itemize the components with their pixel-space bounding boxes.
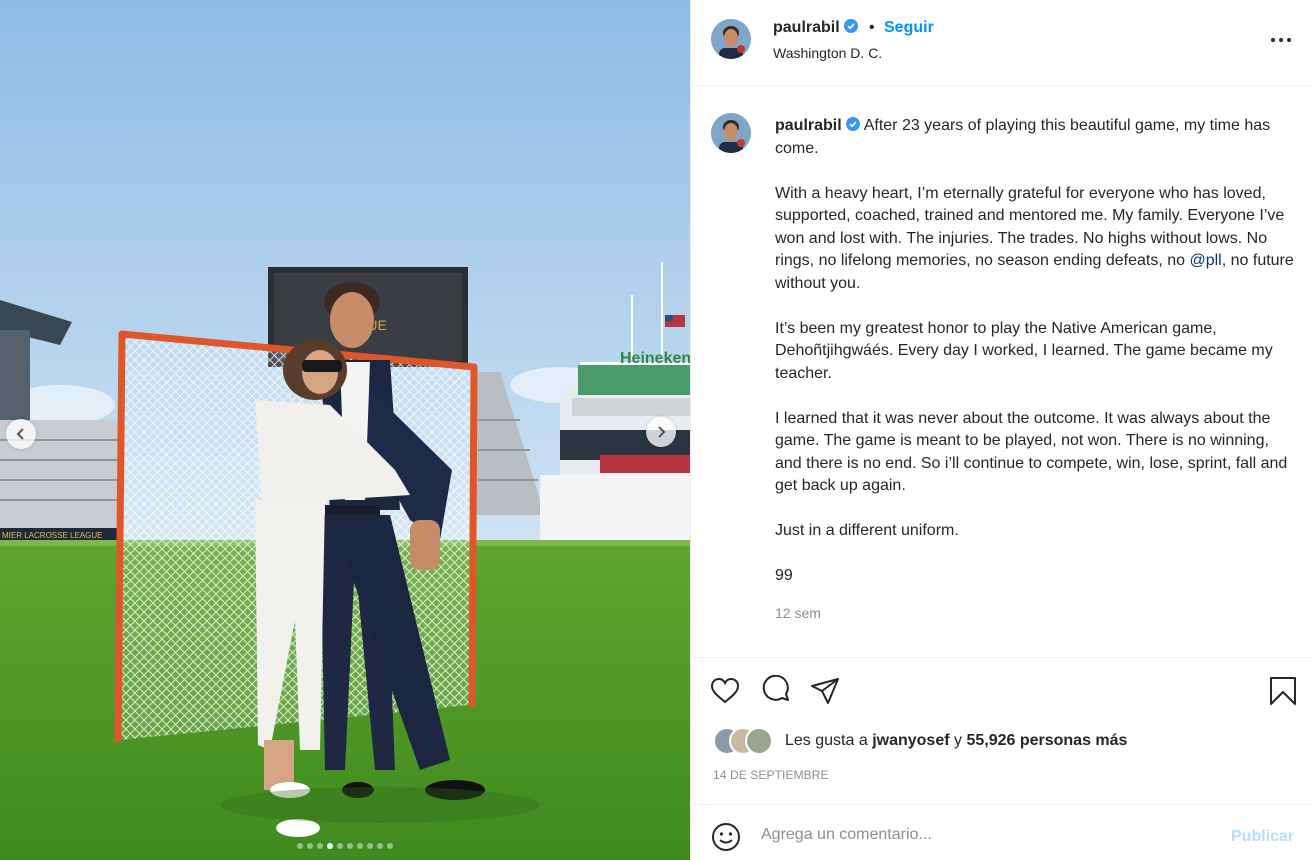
post-caption: paulrabil After 23 years of playing this… — [691, 86, 1312, 658]
liker-avatar[interactable] — [745, 727, 773, 755]
username-text: paulrabil — [773, 19, 840, 36]
post-header: paulrabil • Seguir Washington D. C. — [691, 0, 1312, 86]
caption-paragraph-6: 99 — [775, 567, 793, 584]
photo-scene: MIER LACROSSE LEAGUE LEAGUE Heineken — [0, 0, 690, 860]
post-details-panel: paulrabil • Seguir Washington D. C. paul… — [690, 0, 1312, 860]
sponsor-sign-text: Heineken — [620, 350, 690, 367]
smiley-icon[interactable] — [711, 822, 741, 852]
likes-prefix: Les gusta a — [785, 732, 868, 749]
avatar-image — [711, 113, 751, 153]
verified-badge-icon — [846, 117, 861, 131]
carousel-dot — [357, 843, 363, 849]
previous-image-button[interactable] — [6, 419, 36, 449]
follow-button[interactable]: Seguir — [884, 19, 934, 37]
comment-composer: Publicar — [691, 804, 1312, 860]
post-age[interactable]: 12 sem — [775, 605, 821, 621]
caption-author-avatar[interactable] — [711, 113, 751, 153]
likes-conjunction: y — [954, 732, 962, 749]
caption-paragraph-5: Just in a different uniform. — [775, 522, 959, 539]
carousel-dot — [377, 843, 383, 849]
avatar-image — [711, 19, 751, 59]
likes-count[interactable]: 55,926 personas más — [966, 732, 1127, 749]
likes-text: Les gusta a jwanyosef y 55,926 personas … — [785, 732, 1127, 750]
caption-body: paulrabil After 23 years of playing this… — [775, 115, 1295, 610]
carousel-dot — [337, 843, 343, 849]
speech-bubble-icon[interactable] — [761, 675, 793, 707]
caption-paragraph-4: I learned that it was never about the ou… — [775, 409, 1288, 495]
comment-input[interactable] — [761, 823, 1201, 847]
chevron-right-icon — [658, 426, 666, 438]
location-link[interactable]: Washington D. C. — [773, 45, 882, 61]
carousel-dot — [387, 843, 393, 849]
carousel-dot — [327, 843, 333, 849]
author-avatar[interactable] — [711, 19, 751, 59]
carousel-indicator — [0, 843, 690, 849]
carousel-dot — [317, 843, 323, 849]
bookmark-icon[interactable] — [1267, 675, 1299, 707]
post-image[interactable]: MIER LACROSSE LEAGUE LEAGUE Heineken — [0, 0, 690, 860]
verified-badge-icon — [844, 19, 859, 33]
league-strip-text: MIER LACROSSE LEAGUE — [2, 531, 102, 540]
separator-dot: • — [869, 19, 875, 36]
author-username[interactable]: paulrabil — [773, 19, 859, 37]
action-bar — [691, 659, 1312, 725]
post-date: 14 DE SEPTIEMBRE — [713, 768, 829, 782]
liker-username[interactable]: jwanyosef — [872, 732, 949, 749]
caption-username[interactable]: paulrabil — [775, 117, 842, 134]
next-image-button[interactable] — [646, 417, 676, 447]
carousel-dot — [367, 843, 373, 849]
caption-paragraph-3: It’s been my greatest honor to play the … — [775, 319, 1273, 382]
chevron-left-icon — [16, 428, 24, 440]
heart-icon[interactable] — [709, 675, 741, 707]
paper-plane-icon[interactable] — [809, 675, 841, 707]
carousel-dot — [297, 843, 303, 849]
more-options-icon[interactable] — [1269, 30, 1293, 50]
carousel-dot — [347, 843, 353, 849]
carousel-dot — [307, 843, 313, 849]
caption-paragraph-2: With a heavy heart, I’m eternally gratef… — [775, 183, 1295, 296]
publish-button[interactable]: Publicar — [1231, 828, 1294, 846]
mention-link[interactable]: @pll — [1189, 252, 1221, 269]
likes-summary: Les gusta a jwanyosef y 55,926 personas … — [713, 727, 1293, 755]
